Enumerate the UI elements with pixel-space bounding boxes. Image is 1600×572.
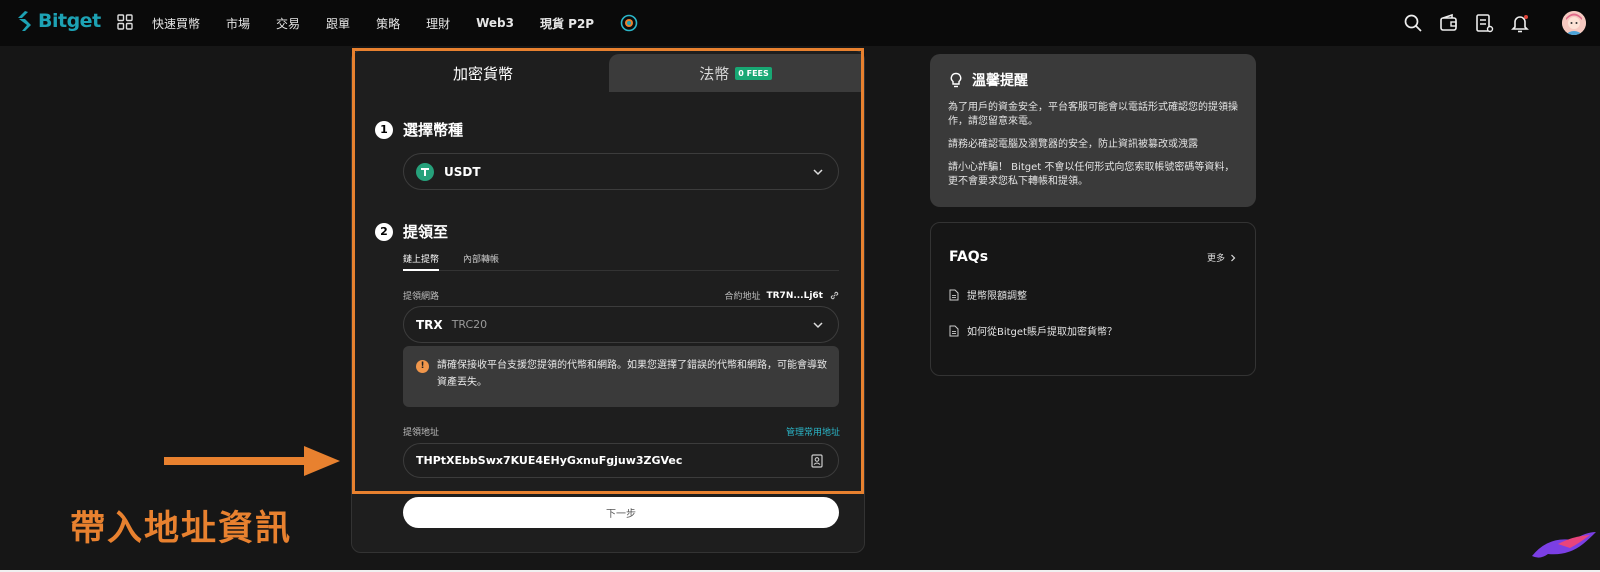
tab-onchain-withdraw[interactable]: 鏈上提幣 (403, 252, 439, 265)
chevron-right-icon (1231, 254, 1236, 261)
document-icon (949, 289, 959, 300)
faq-more-label: 更多 (1206, 254, 1225, 264)
network-label: 提領網路 (403, 292, 440, 302)
nav-item-markets[interactable]: 市場 (226, 15, 250, 32)
bitget-logo-icon (18, 11, 31, 31)
orders-icon[interactable] (1474, 13, 1494, 33)
zero-fees-badge: 0 FEES (735, 66, 772, 80)
tether-icon (416, 162, 434, 181)
contract-value: TR7N...Lj6t (766, 290, 823, 301)
tab-crypto-label: 加密貨幣 (452, 64, 513, 83)
address-label: 提領地址 (403, 428, 440, 438)
asset-type-tabs: 加密貨幣 法幣 0 FEES (357, 54, 862, 92)
main-nav: 快速買幣 市場 交易 跟單 策略 理財 Web3 現貨 P2P (152, 0, 638, 46)
tab-crypto[interactable]: 加密貨幣 (357, 54, 609, 92)
step-select-coin: 1 選擇幣種 (375, 119, 463, 140)
next-step-button[interactable]: 下一步 (403, 497, 839, 528)
tips-title: 溫馨提醒 (972, 73, 1028, 89)
annotation-caption: 帶入地址資訊 (70, 509, 293, 549)
tip-paragraph: 請務必確認電腦及瀏覽器的安全，防止資訊被篡改或洩露 (948, 139, 1198, 150)
withdraw-method-tabs: 鏈上提幣 內部轉帳 (403, 250, 839, 271)
tip-paragraph: 為了用戶的資金安全，平台客服可能會以電話形式確認您的提領操作，請您留意來電。 (948, 102, 1238, 127)
tab-internal-transfer[interactable]: 內部轉帳 (463, 252, 499, 265)
logo-text: Bitget (38, 10, 101, 32)
corner-watermark-icon (1532, 532, 1596, 558)
network-select[interactable]: TRX TRC20 (403, 306, 839, 343)
tips-card: 溫馨提醒 為了用戶的資金安全，平台客服可能會以電話形式確認您的提領操作，請您留意… (930, 54, 1256, 207)
tip-paragraph: 請小心詐騙！ Bitget 不會以任何形式向您索取帳號密碼等資料，更不會要求您私… (948, 162, 1235, 187)
nav-item-web3[interactable]: Web3 (476, 16, 514, 30)
step-title: 提領至 (403, 223, 449, 241)
document-icon (949, 325, 959, 336)
faq-more-link[interactable]: 更多 (1207, 251, 1237, 264)
coin-select[interactable]: USDT (403, 153, 839, 190)
withdraw-address-input[interactable]: THPtXEbbSwx7KUE4EHyGxnuFgjuw3ZGVec (403, 443, 839, 478)
tab-fiat[interactable]: 法幣 0 FEES (609, 54, 862, 92)
wallet-icon[interactable] (1439, 13, 1459, 33)
nav-item-copy-trading[interactable]: 跟單 (326, 15, 350, 32)
link-icon[interactable] (829, 290, 840, 301)
manage-addresses-link[interactable]: 管理常用地址 (786, 425, 840, 438)
step-withdraw-to: 2 提領至 (375, 221, 448, 242)
chevron-down-icon (813, 169, 823, 176)
faq-item[interactable]: 提幣限額調整 (949, 287, 1027, 302)
lightbulb-icon (950, 72, 962, 88)
nav-item-quick-buy[interactable]: 快速買幣 (152, 15, 200, 32)
bitget-logo[interactable]: Bitget (16, 10, 101, 32)
faq-item[interactable]: 如何從Bitget賬戶提取加密貨幣？ (949, 323, 1117, 338)
address-value: THPtXEbbSwx7KUE4EHyGxnuFgjuw3ZGVec (416, 454, 683, 467)
apps-grid-icon[interactable] (117, 14, 133, 30)
selected-network-protocol: TRC20 (451, 318, 488, 331)
nav-item-strategy[interactable]: 策略 (376, 15, 400, 32)
selected-network: TRX (416, 317, 443, 332)
nav-item-earn[interactable]: 理財 (426, 15, 450, 32)
contract-label: 合約地址 (724, 292, 761, 302)
faq-item-label: 如何從Bitget賬戶提取加密貨幣？ (967, 327, 1117, 338)
active-tab-underline (403, 269, 439, 271)
faq-title: FAQs (949, 249, 989, 265)
step-number: 2 (375, 222, 393, 241)
promo-globe-icon[interactable] (620, 14, 638, 32)
faq-item-label: 提幣限額調整 (967, 291, 1027, 302)
step-title: 選擇幣種 (403, 121, 464, 139)
avatar-face-icon (1562, 11, 1586, 35)
network-warning: ! 請確保接收平台支援您提領的代幣和網路。如果您選擇了錯誤的代幣和網路，可能會導… (403, 346, 839, 407)
warning-text: 請確保接收平台支援您提領的代幣和網路。如果您選擇了錯誤的代幣和網路，可能會導致資… (437, 360, 827, 388)
step-number: 1 (375, 120, 393, 139)
chevron-down-icon (813, 322, 823, 329)
contract-address: 合約地址 TR7N...Lj6t (724, 289, 840, 302)
annotation-arrow-icon (164, 446, 340, 476)
nav-item-trade[interactable]: 交易 (276, 15, 300, 32)
search-icon[interactable] (1403, 13, 1423, 33)
tips-header: 溫馨提醒 (948, 70, 1238, 90)
top-nav-bar: Bitget 快速買幣 市場 交易 跟單 策略 理財 Web3 現貨 P2P (0, 0, 1600, 46)
address-book-icon[interactable] (810, 454, 824, 468)
warning-icon: ! (416, 360, 429, 373)
tab-fiat-label: 法幣 (699, 64, 730, 83)
selected-coin: USDT (444, 164, 481, 179)
faq-card: FAQs 更多 提幣限額調整 如何從Bitget賬戶提取加密貨幣？ (930, 222, 1256, 376)
user-avatar[interactable] (1562, 11, 1586, 35)
notification-bell-icon[interactable] (1510, 13, 1530, 33)
nav-item-p2p[interactable]: 現貨 P2P (540, 15, 594, 32)
